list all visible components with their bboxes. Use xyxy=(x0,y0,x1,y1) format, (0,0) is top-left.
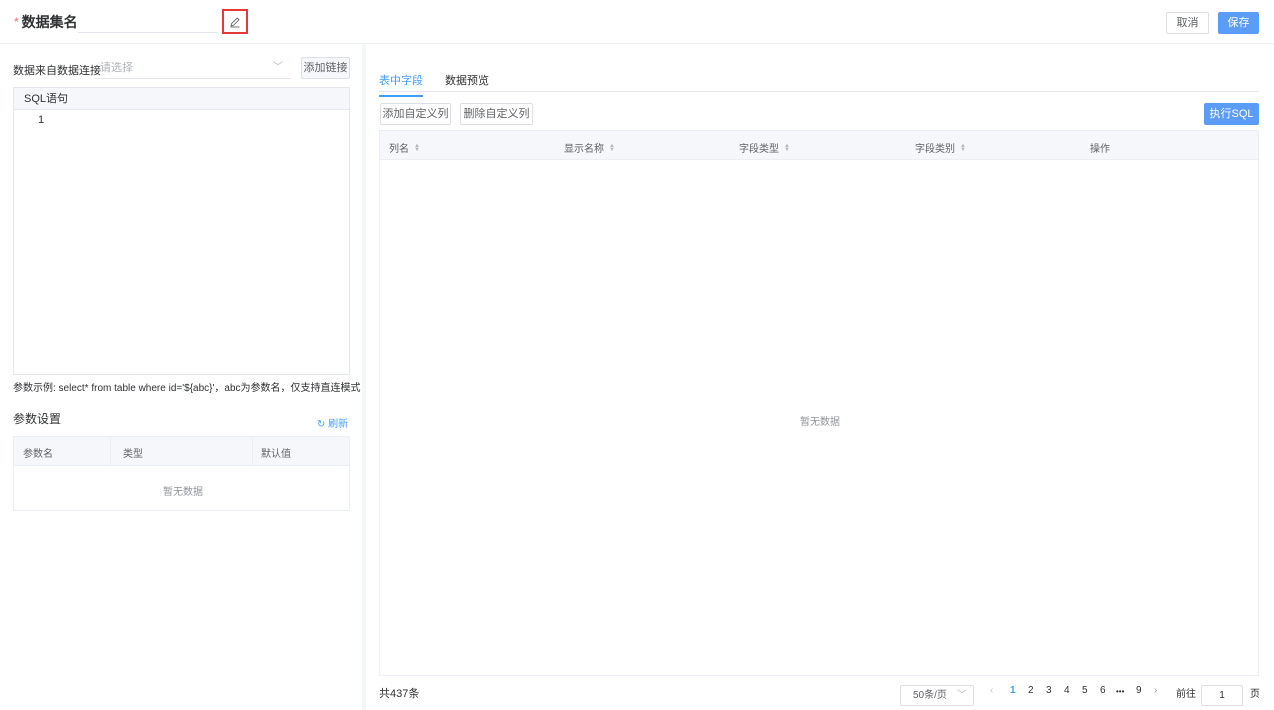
refresh-icon: ↻ xyxy=(317,419,326,430)
column-header-label: 操作 xyxy=(1090,144,1110,155)
save-button[interactable]: 保存 xyxy=(1218,12,1259,34)
line-number: 1 xyxy=(38,114,45,126)
params-title: 参数设置 xyxy=(13,412,62,426)
param-hint: 参数示例: select* from table where id='${abc… xyxy=(13,383,361,394)
add-link-button[interactable]: 添加链接 xyxy=(301,57,350,79)
page-number[interactable]: 9 xyxy=(1136,685,1142,696)
column-header-label: 显示名称 xyxy=(564,144,604,155)
refresh-label: 刷新 xyxy=(328,419,349,430)
title-underline xyxy=(78,32,218,33)
sort-caret-icon[interactable]: ▲ ▼ xyxy=(414,143,420,153)
params-table-header: 参数名 类型 默认值 xyxy=(14,437,349,466)
total-count: 共437条 xyxy=(379,688,420,700)
required-mark: * xyxy=(14,15,19,29)
sort-caret-icon[interactable]: ▲ ▼ xyxy=(609,143,615,153)
page-number[interactable]: 5 xyxy=(1082,685,1088,696)
left-panel: 数据来自数据连接 请选择 ﹀ 添加链接 SQL语句 1 参数示例: select… xyxy=(0,44,362,710)
delete-custom-column-button[interactable]: 删除自定义列 xyxy=(460,103,533,125)
next-page-icon[interactable]: › xyxy=(1154,685,1157,696)
page-number[interactable]: 6 xyxy=(1100,685,1106,696)
column-header-name[interactable]: 列名 ▲ ▼ xyxy=(389,140,420,156)
page-number[interactable]: 2 xyxy=(1028,685,1034,696)
select-placeholder: 请选择 xyxy=(100,62,133,74)
title-wrap: * 数据集名 xyxy=(14,13,78,31)
data-connection-select[interactable]: 请选择 ﹀ xyxy=(95,57,291,79)
add-custom-column-button[interactable]: 添加自定义列 xyxy=(380,103,451,125)
tab-bar: 表中字段 数据预览 xyxy=(379,66,1259,97)
chevron-down-icon: ﹀ xyxy=(273,62,283,73)
column-header-label: 列名 xyxy=(389,144,409,155)
column-header-label: 字段类型 xyxy=(739,144,779,155)
params-empty-text: 暂无数据 xyxy=(163,487,203,498)
sort-caret-icon[interactable]: ▲ ▼ xyxy=(784,143,790,153)
page-number[interactable]: 1 xyxy=(1010,685,1016,696)
tab-table-fields[interactable]: 表中字段 xyxy=(379,72,423,97)
page-size-value: 50条/页 xyxy=(913,690,947,701)
tab-data-preview[interactable]: 数据预览 xyxy=(445,72,489,88)
refresh-button[interactable]: ↻ 刷新 xyxy=(317,415,348,430)
sort-caret-icon[interactable]: ▲ ▼ xyxy=(960,143,966,153)
page-number[interactable]: 4 xyxy=(1064,685,1070,696)
column-header-actions: 操作 xyxy=(1090,140,1110,155)
edit-name-button[interactable] xyxy=(222,9,248,34)
column-header-default: 默认值 xyxy=(261,449,291,460)
goto-page-input[interactable]: 1 xyxy=(1201,685,1243,706)
fields-table-header: 列名 ▲ ▼ 显示名称 ▲ ▼ 字段类型 ▲ ▼ 字段类别 ▲ ▼ 操作 xyxy=(380,131,1258,160)
column-header-field-category[interactable]: 字段类别 ▲ ▼ xyxy=(915,140,966,156)
page-ellipsis[interactable]: ••• xyxy=(1116,687,1124,696)
sql-editor[interactable]: SQL语句 1 xyxy=(13,87,350,375)
source-label: 数据来自数据连接 xyxy=(13,65,101,77)
goto-label: 前往 xyxy=(1176,689,1196,700)
page-size-select[interactable]: 50条/页 ﹀ xyxy=(900,685,974,706)
column-header-type: 类型 xyxy=(123,449,143,460)
cancel-button[interactable]: 取消 xyxy=(1166,12,1209,34)
params-table: 参数名 类型 默认值 暂无数据 xyxy=(13,436,350,511)
column-header-display-name[interactable]: 显示名称 ▲ ▼ xyxy=(564,140,615,156)
column-divider xyxy=(110,437,111,466)
column-header-field-type[interactable]: 字段类型 ▲ ▼ xyxy=(739,140,790,156)
page-number[interactable]: 3 xyxy=(1046,685,1052,696)
prev-page-icon[interactable]: ‹ xyxy=(990,685,993,696)
fields-table: 列名 ▲ ▼ 显示名称 ▲ ▼ 字段类型 ▲ ▼ 字段类别 ▲ ▼ 操作 暂无数据 xyxy=(379,130,1259,676)
run-sql-button[interactable]: 执行SQL xyxy=(1204,103,1259,125)
pencil-icon xyxy=(230,16,240,27)
dataset-name-title[interactable]: 数据集名 xyxy=(22,13,78,31)
fields-empty-text: 暂无数据 xyxy=(800,417,840,428)
page-header: * 数据集名 取消 保存 xyxy=(0,0,1274,44)
column-header-param-name: 参数名 xyxy=(23,449,53,460)
right-panel: 表中字段 数据预览 添加自定义列 删除自定义列 执行SQL 列名 ▲ ▼ 显示名称… xyxy=(366,44,1274,710)
column-header-label: 字段类别 xyxy=(915,144,955,155)
sql-editor-header: SQL语句 xyxy=(14,88,349,110)
page-unit-label: 页 xyxy=(1250,689,1260,700)
chevron-down-icon: ﹀ xyxy=(957,690,967,701)
column-divider xyxy=(252,437,253,466)
